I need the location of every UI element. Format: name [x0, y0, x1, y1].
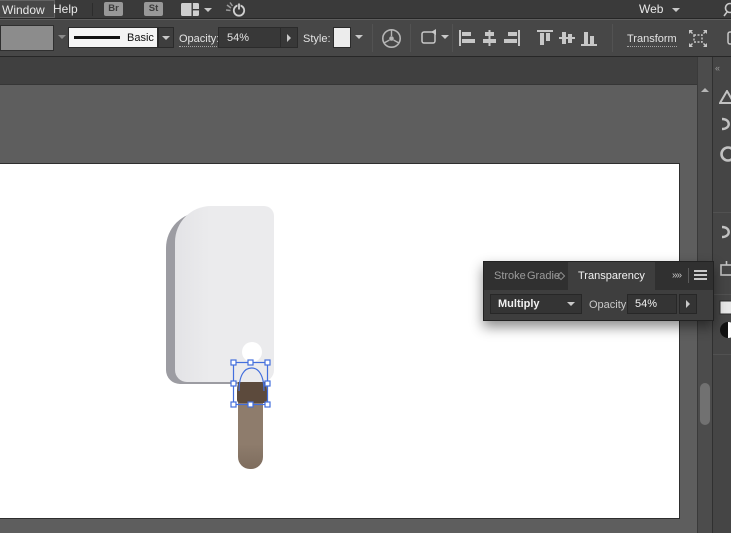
arrange-documents-chevron-icon[interactable]: [204, 8, 212, 12]
dock-artboards-icon[interactable]: [719, 261, 731, 280]
dock-divider: [713, 354, 731, 355]
panel-tab-separator: [688, 268, 689, 283]
menu-bar: Window Help Br St Web: [0, 0, 731, 19]
control-separator: [410, 24, 411, 52]
search-icon[interactable]: [722, 2, 731, 20]
align-h-center-icon[interactable]: [481, 30, 498, 49]
panel-menu-icon[interactable]: [694, 269, 708, 285]
select-similar-chevron-icon[interactable]: [441, 35, 449, 39]
blend-mode-value: Multiply: [491, 298, 567, 310]
workspace-switcher[interactable]: Web: [630, 0, 672, 18]
workspace-label: Web: [639, 2, 663, 16]
menu-help[interactable]: Help: [44, 0, 87, 18]
dock-brushes-icon[interactable]: [719, 145, 731, 166]
transparency-panel: Stroke Gradie Transparency »» Multiply O…: [483, 261, 714, 321]
style-label: Style:: [303, 33, 331, 45]
stroke-preset-box[interactable]: Basic: [68, 27, 158, 48]
panel-content: Multiply Opacity: 54%: [484, 290, 713, 320]
chevron-down-icon: [162, 36, 170, 40]
control-separator: [612, 24, 613, 52]
panel-opacity-value: 54%: [628, 298, 657, 310]
style-chevron-icon[interactable]: [355, 35, 363, 39]
blend-mode-select[interactable]: Multiply: [490, 294, 582, 314]
tab-stroke[interactable]: Stroke: [494, 262, 526, 290]
stock-button[interactable]: St: [144, 2, 163, 16]
transform-link[interactable]: Transform: [627, 33, 677, 47]
tab-transparency[interactable]: Transparency: [568, 262, 655, 290]
free-transform-icon[interactable]: [688, 29, 708, 51]
chevron-down-icon: [567, 302, 575, 306]
chevron-right-icon: [686, 300, 690, 308]
dock-color-icon[interactable]: [719, 90, 731, 107]
align-v-center-icon[interactable]: [559, 30, 576, 49]
dock-divider: [713, 294, 731, 295]
menu-help-label: Help: [53, 2, 78, 16]
panel-opacity-popup-button[interactable]: [679, 294, 697, 314]
align-right-icon[interactable]: [503, 30, 520, 49]
style-swatch[interactable]: [333, 27, 351, 48]
document-tab-bar: [0, 57, 697, 85]
dock-swatches-icon[interactable]: [719, 117, 731, 134]
align-top-icon[interactable]: [537, 30, 554, 49]
opacity-input[interactable]: 54%: [219, 32, 280, 44]
opacity-field-group: 54%: [218, 27, 298, 48]
scroll-up-icon[interactable]: [701, 88, 709, 92]
menubar-separator: [92, 3, 93, 16]
scrollbar-thumb[interactable]: [700, 383, 710, 425]
panel-dock: «: [712, 57, 731, 533]
stroke-weight-preview: [74, 36, 120, 39]
expand-dock-icon[interactable]: «: [715, 63, 720, 73]
control-separator: [372, 24, 373, 52]
selection-overlay[interactable]: [228, 358, 274, 410]
menu-window-label: Window: [2, 3, 45, 17]
stroke-preset-label: Basic: [127, 32, 154, 44]
bridge-button[interactable]: Br: [104, 2, 123, 16]
opacity-link[interactable]: Opacity:: [179, 33, 219, 47]
illustrator-window: { "menubar": { "window": "Window", "help…: [0, 0, 731, 533]
select-similar-icon[interactable]: [419, 28, 441, 51]
dock-swatch-white-icon[interactable]: [719, 300, 731, 318]
dock-symbols-icon[interactable]: [719, 225, 731, 242]
panel-tab-bar: Stroke Gradie Transparency »»: [484, 262, 713, 290]
panel-opacity-input[interactable]: 54%: [627, 294, 677, 314]
arrange-documents-icon[interactable]: [181, 3, 200, 19]
panel-opacity-label: Opacity:: [589, 299, 629, 311]
dock-appearance-icon[interactable]: [719, 320, 731, 343]
collapse-panel-icon[interactable]: »»: [672, 270, 681, 281]
control-separator: [452, 24, 453, 52]
align-left-icon[interactable]: [459, 30, 476, 49]
opacity-popup-button[interactable]: [280, 28, 297, 47]
power-icon[interactable]: [224, 1, 248, 21]
stroke-preset-dropdown-button[interactable]: [158, 27, 174, 48]
recolor-artwork-icon[interactable]: [381, 28, 402, 52]
align-bottom-icon[interactable]: [581, 30, 598, 49]
fill-swatch-chevron-icon[interactable]: [58, 35, 66, 39]
dock-divider: [713, 212, 731, 213]
tab-gradient[interactable]: Gradie: [527, 262, 560, 290]
clipped-control-icon[interactable]: [726, 29, 731, 51]
workspace-chevron-icon[interactable]: [672, 8, 680, 12]
chevron-right-icon: [287, 34, 291, 42]
control-bar: Basic Opacity: 54% Style:: [0, 20, 731, 57]
fill-color-swatch[interactable]: [0, 25, 54, 51]
artboard[interactable]: [0, 163, 680, 519]
